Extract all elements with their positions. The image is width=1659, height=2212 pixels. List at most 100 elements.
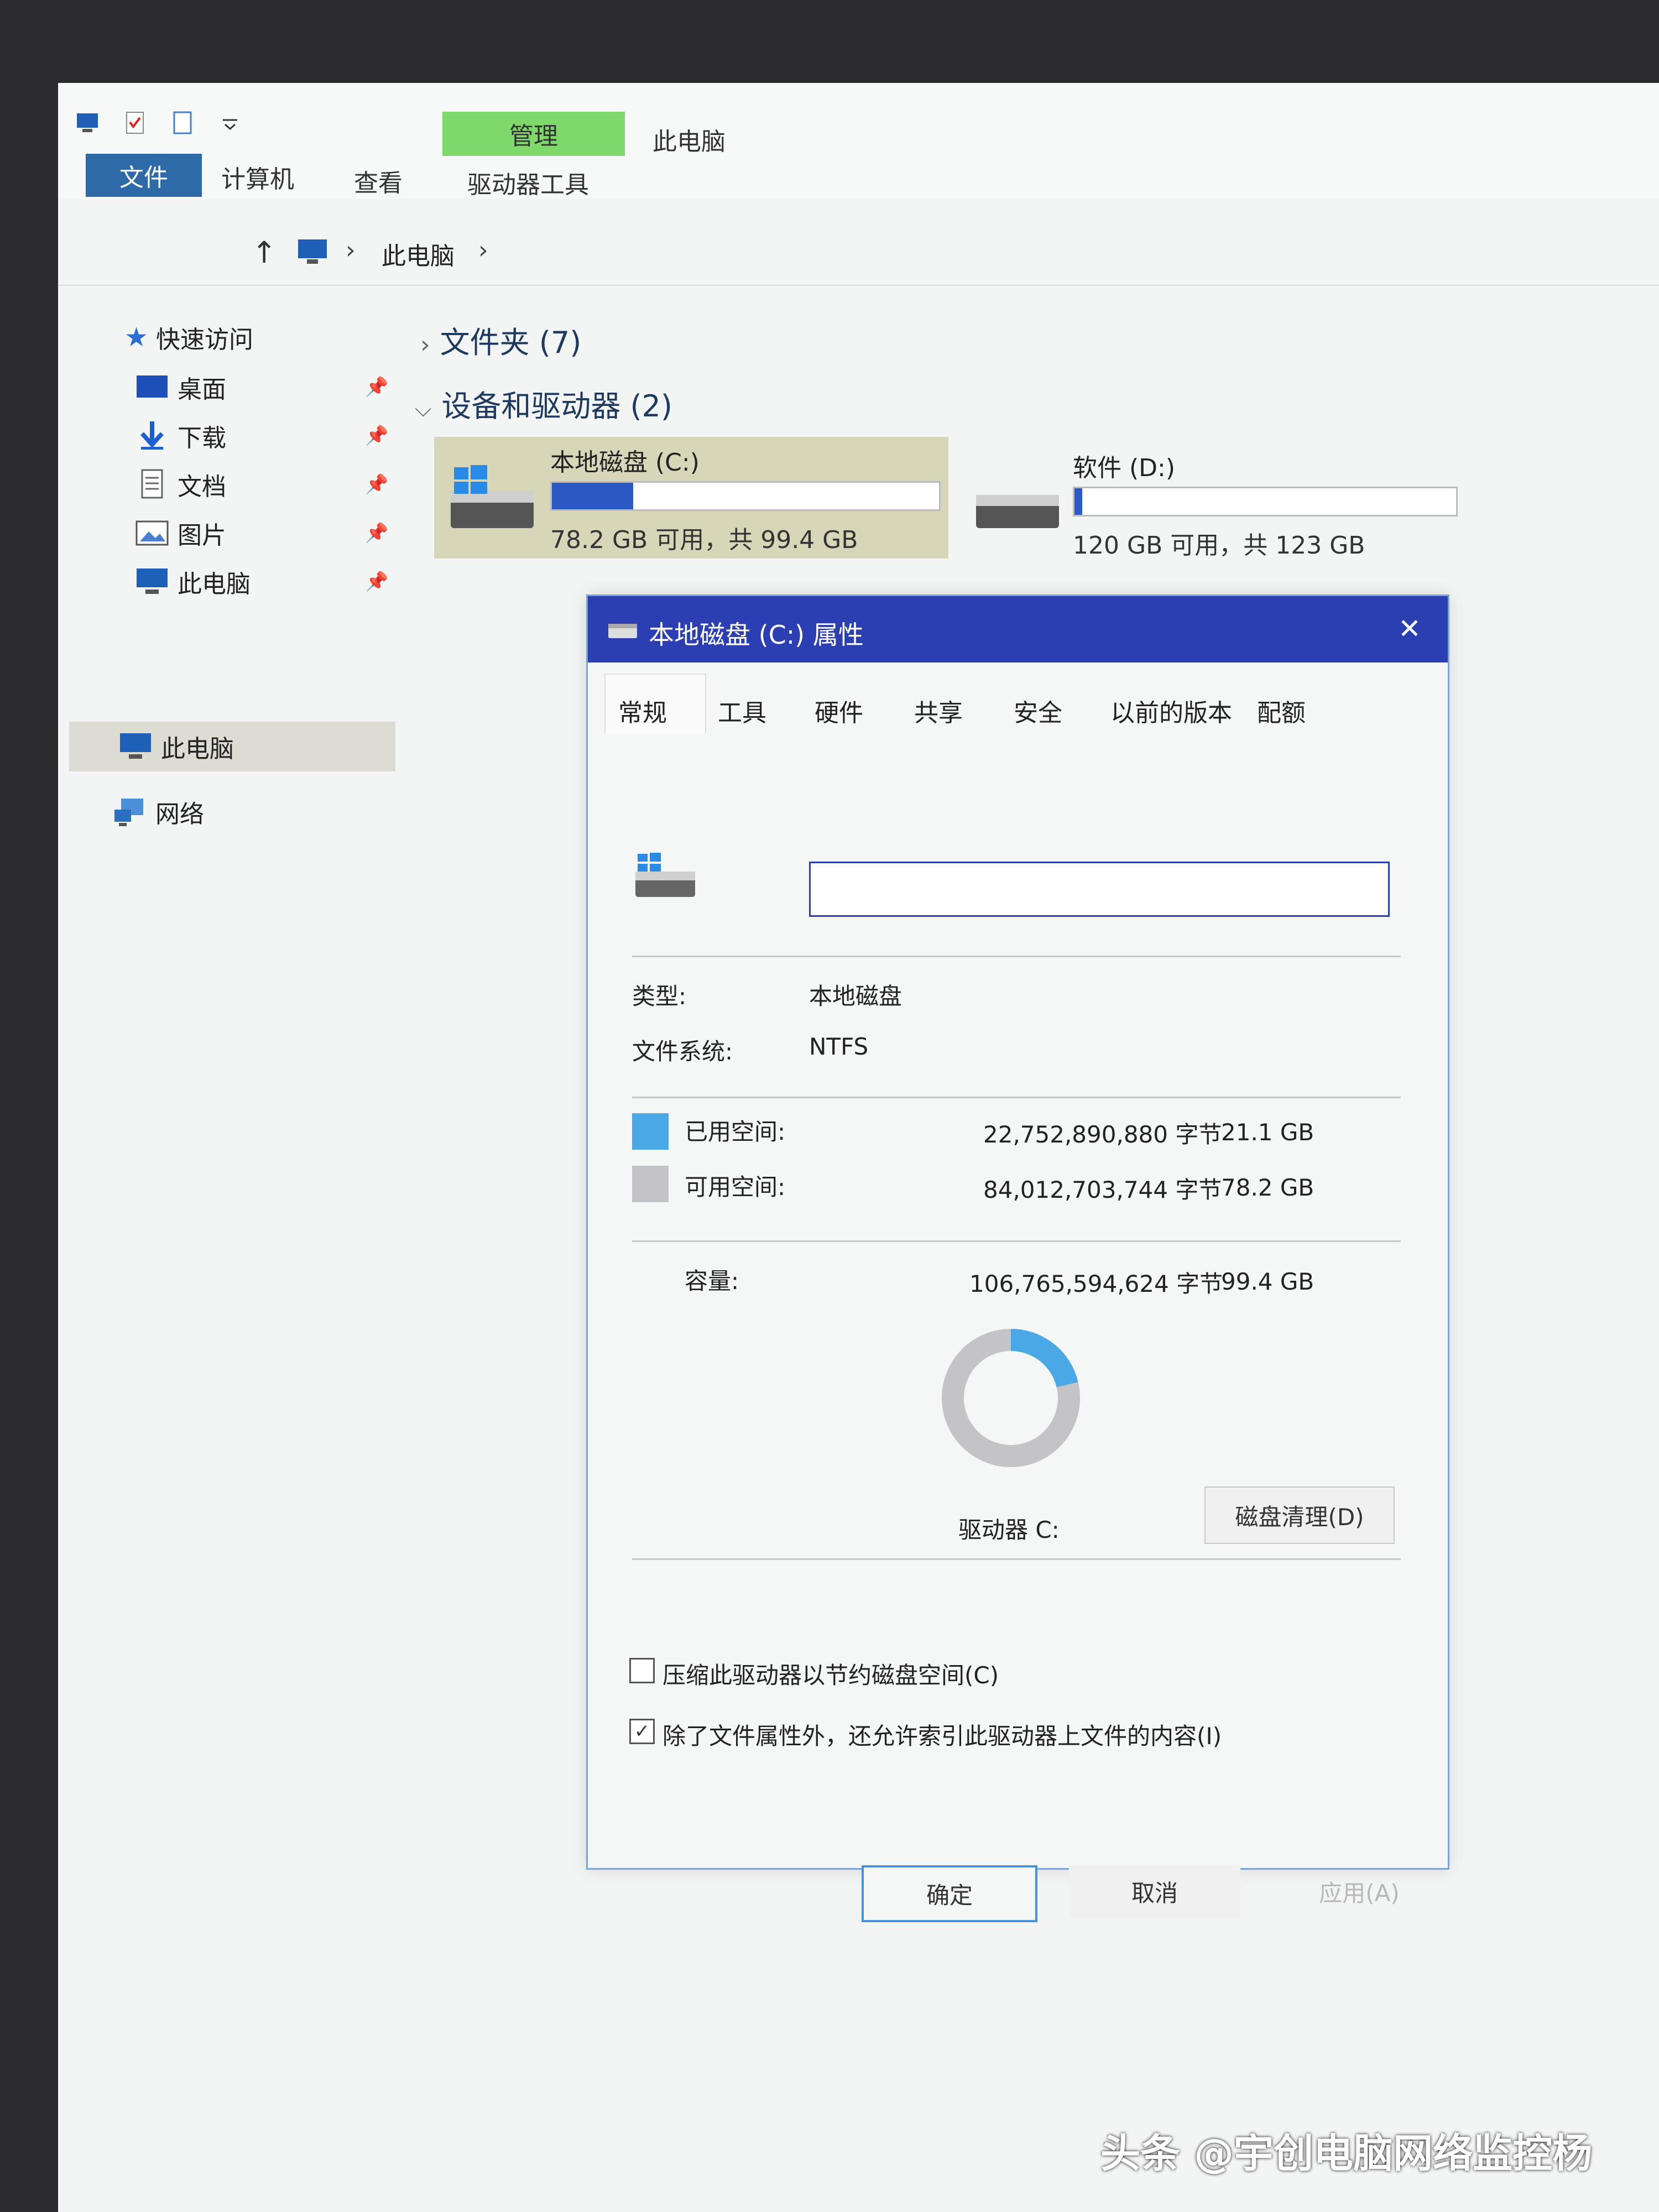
drive-d-tile[interactable]: 软件 (D:) 120 GB 可用，共 123 GB (965, 437, 1518, 560)
apply-button[interactable]: 应用(A) (1274, 1865, 1445, 1918)
index-checkbox[interactable]: ✓ (629, 1719, 655, 1744)
tab-tools[interactable]: 工具 (718, 693, 766, 728)
desktop-icon (137, 375, 168, 398)
filesystem-label: 文件系统: (632, 1038, 733, 1065)
capacity-label: 容量: (685, 1267, 739, 1295)
tab-previous-versions[interactable]: 以前的版本 (1110, 693, 1232, 728)
nav-label: 图片 (178, 521, 226, 550)
tab-security[interactable]: 安全 (1014, 693, 1062, 728)
used-space-bytes: 22,752,890,880 字节 (983, 1121, 1222, 1148)
nav-label: 文档 (178, 473, 226, 501)
group-devices-header[interactable]: ⌵ 设备和驱动器 (2) (415, 382, 672, 425)
ribbon: 管理 此电脑 文件 计算机 查看 驱动器工具 (58, 83, 1659, 199)
nav-network[interactable]: 网络 (113, 790, 204, 834)
divider (632, 1097, 1401, 1098)
type-label: 类型: (632, 983, 687, 1010)
group-folders-header[interactable]: › 文件夹 (7) (420, 318, 581, 362)
tab-drive-tools[interactable]: 驱动器工具 (467, 165, 589, 200)
dialog-title: 本地磁盘 (C:) 属性 (649, 620, 864, 650)
nav-label: 快速访问 (156, 326, 254, 354)
type-value: 本地磁盘 (809, 983, 902, 1010)
used-space-swatch (632, 1113, 669, 1150)
disk-cleanup-button[interactable]: 磁盘清理(D) (1204, 1486, 1395, 1544)
new-folder-icon[interactable] (170, 110, 195, 135)
drive-info: 120 GB 可用，共 123 GB (1073, 531, 1365, 560)
nav-item-downloads[interactable]: 下载 (135, 414, 226, 458)
tab-general[interactable]: 常规 (618, 693, 667, 728)
breadcrumb-separator: › (478, 236, 488, 264)
up-arrow-icon[interactable]: ↑ (252, 235, 276, 270)
compress-checkbox[interactable] (629, 1658, 655, 1683)
manage-context-tab[interactable]: 管理 (442, 112, 625, 156)
drive-icon (976, 495, 1059, 528)
check-icon: ✓ (634, 1720, 650, 1743)
ok-button[interactable]: 确定 (862, 1865, 1037, 1922)
computer-icon[interactable] (75, 110, 100, 135)
document-icon (141, 469, 163, 499)
drive-info: 78.2 GB 可用，共 99.4 GB (550, 526, 858, 554)
nav-item-this-pc[interactable]: 此电脑 (135, 560, 251, 604)
volume-name-input[interactable] (809, 862, 1390, 917)
quick-access-toolbar (75, 106, 243, 139)
drive-name: 软件 (D:) (1073, 454, 1176, 482)
tab-quota[interactable]: 配额 (1257, 693, 1306, 728)
capacity-gb: 99.4 GB (1221, 1268, 1314, 1295)
free-space-gb: 78.2 GB (1221, 1174, 1314, 1201)
dialog-titlebar[interactable]: 本地磁盘 (C:) 属性 ✕ (588, 596, 1448, 662)
cancel-button[interactable]: 取消 (1069, 1865, 1240, 1918)
nav-label: 网络 (155, 800, 204, 828)
properties-icon[interactable] (122, 110, 148, 135)
compress-label: 压缩此驱动器以节约磁盘空间(C) (662, 1662, 999, 1689)
properties-dialog: 本地磁盘 (C:) 属性 ✕ 常规 工具 硬件 共享 安全 以前的版本 配额 类… (586, 594, 1449, 1922)
breadcrumb[interactable]: 此电脑 (382, 236, 455, 272)
pin-icon[interactable]: 📌 (365, 473, 388, 495)
free-space-label: 可用空间: (685, 1173, 786, 1201)
usage-donut-chart (942, 1329, 1080, 1467)
used-space-label: 已用空间: (685, 1118, 786, 1145)
drive-usage-bar (550, 481, 941, 511)
dialog-tabs: 常规 工具 硬件 共享 安全 以前的版本 配额 (588, 674, 1448, 734)
breadcrumb-separator: › (346, 236, 356, 264)
divider (632, 956, 1401, 957)
tab-file[interactable]: 文件 (86, 154, 202, 197)
drive-name: 本地磁盘 (C:) (550, 448, 700, 477)
drive-c-tile[interactable]: 本地磁盘 (C:) 78.2 GB 可用，共 99.4 GB (434, 437, 948, 559)
divider (632, 1240, 1401, 1242)
close-button[interactable]: ✕ (1398, 613, 1421, 645)
tab-computer[interactable]: 计算机 (221, 159, 294, 195)
network-icon (114, 799, 143, 826)
chevron-down-icon: ⌵ (415, 397, 432, 422)
nav-label: 此电脑 (178, 570, 251, 598)
tab-sharing[interactable]: 共享 (914, 693, 963, 728)
divider (632, 1558, 1401, 1560)
customize-dropdown-icon[interactable] (217, 110, 243, 135)
nav-quick-access[interactable]: ★ 快速访问 (124, 315, 253, 359)
free-space-swatch (632, 1166, 669, 1202)
computer-icon (298, 239, 327, 264)
pin-icon[interactable]: 📌 (365, 522, 388, 544)
tab-view[interactable]: 查看 (354, 163, 403, 199)
pin-icon[interactable]: 📌 (365, 425, 388, 447)
nav-label: 桌面 (178, 375, 226, 404)
nav-item-desktop[interactable]: 桌面 (135, 365, 226, 409)
pin-icon[interactable]: 📌 (365, 571, 388, 593)
nav-label: 此电脑 (161, 735, 234, 763)
nav-label: 下载 (178, 424, 226, 452)
drive-letter-label: 驱动器 C: (958, 1516, 1060, 1543)
nav-this-pc[interactable]: 此电脑 (119, 724, 234, 769)
pin-icon[interactable]: 📌 (365, 376, 388, 398)
windows-drive-icon (451, 465, 534, 528)
computer-icon (137, 568, 168, 594)
screen: 管理 此电脑 文件 计算机 查看 驱动器工具 ↑ › 此电脑 › ★ 快速访问 … (58, 83, 1659, 2212)
drive-usage-bar (1073, 487, 1458, 517)
drive-usage-fill (552, 483, 633, 509)
address-bar[interactable]: ↑ › 此电脑 › (58, 224, 1659, 286)
nav-item-pictures[interactable]: 图片 (135, 511, 226, 555)
tab-hardware[interactable]: 硬件 (815, 693, 863, 728)
index-label: 除了文件属性外，还允许索引此驱动器上文件的内容(I) (662, 1723, 1222, 1750)
watermark: 头条 @宇创电脑网络监控杨 (1100, 2130, 1593, 2177)
nav-item-documents[interactable]: 文档 (135, 462, 226, 507)
download-icon (140, 421, 164, 450)
chevron-right-icon: › (420, 331, 430, 359)
picture-icon (135, 520, 169, 546)
